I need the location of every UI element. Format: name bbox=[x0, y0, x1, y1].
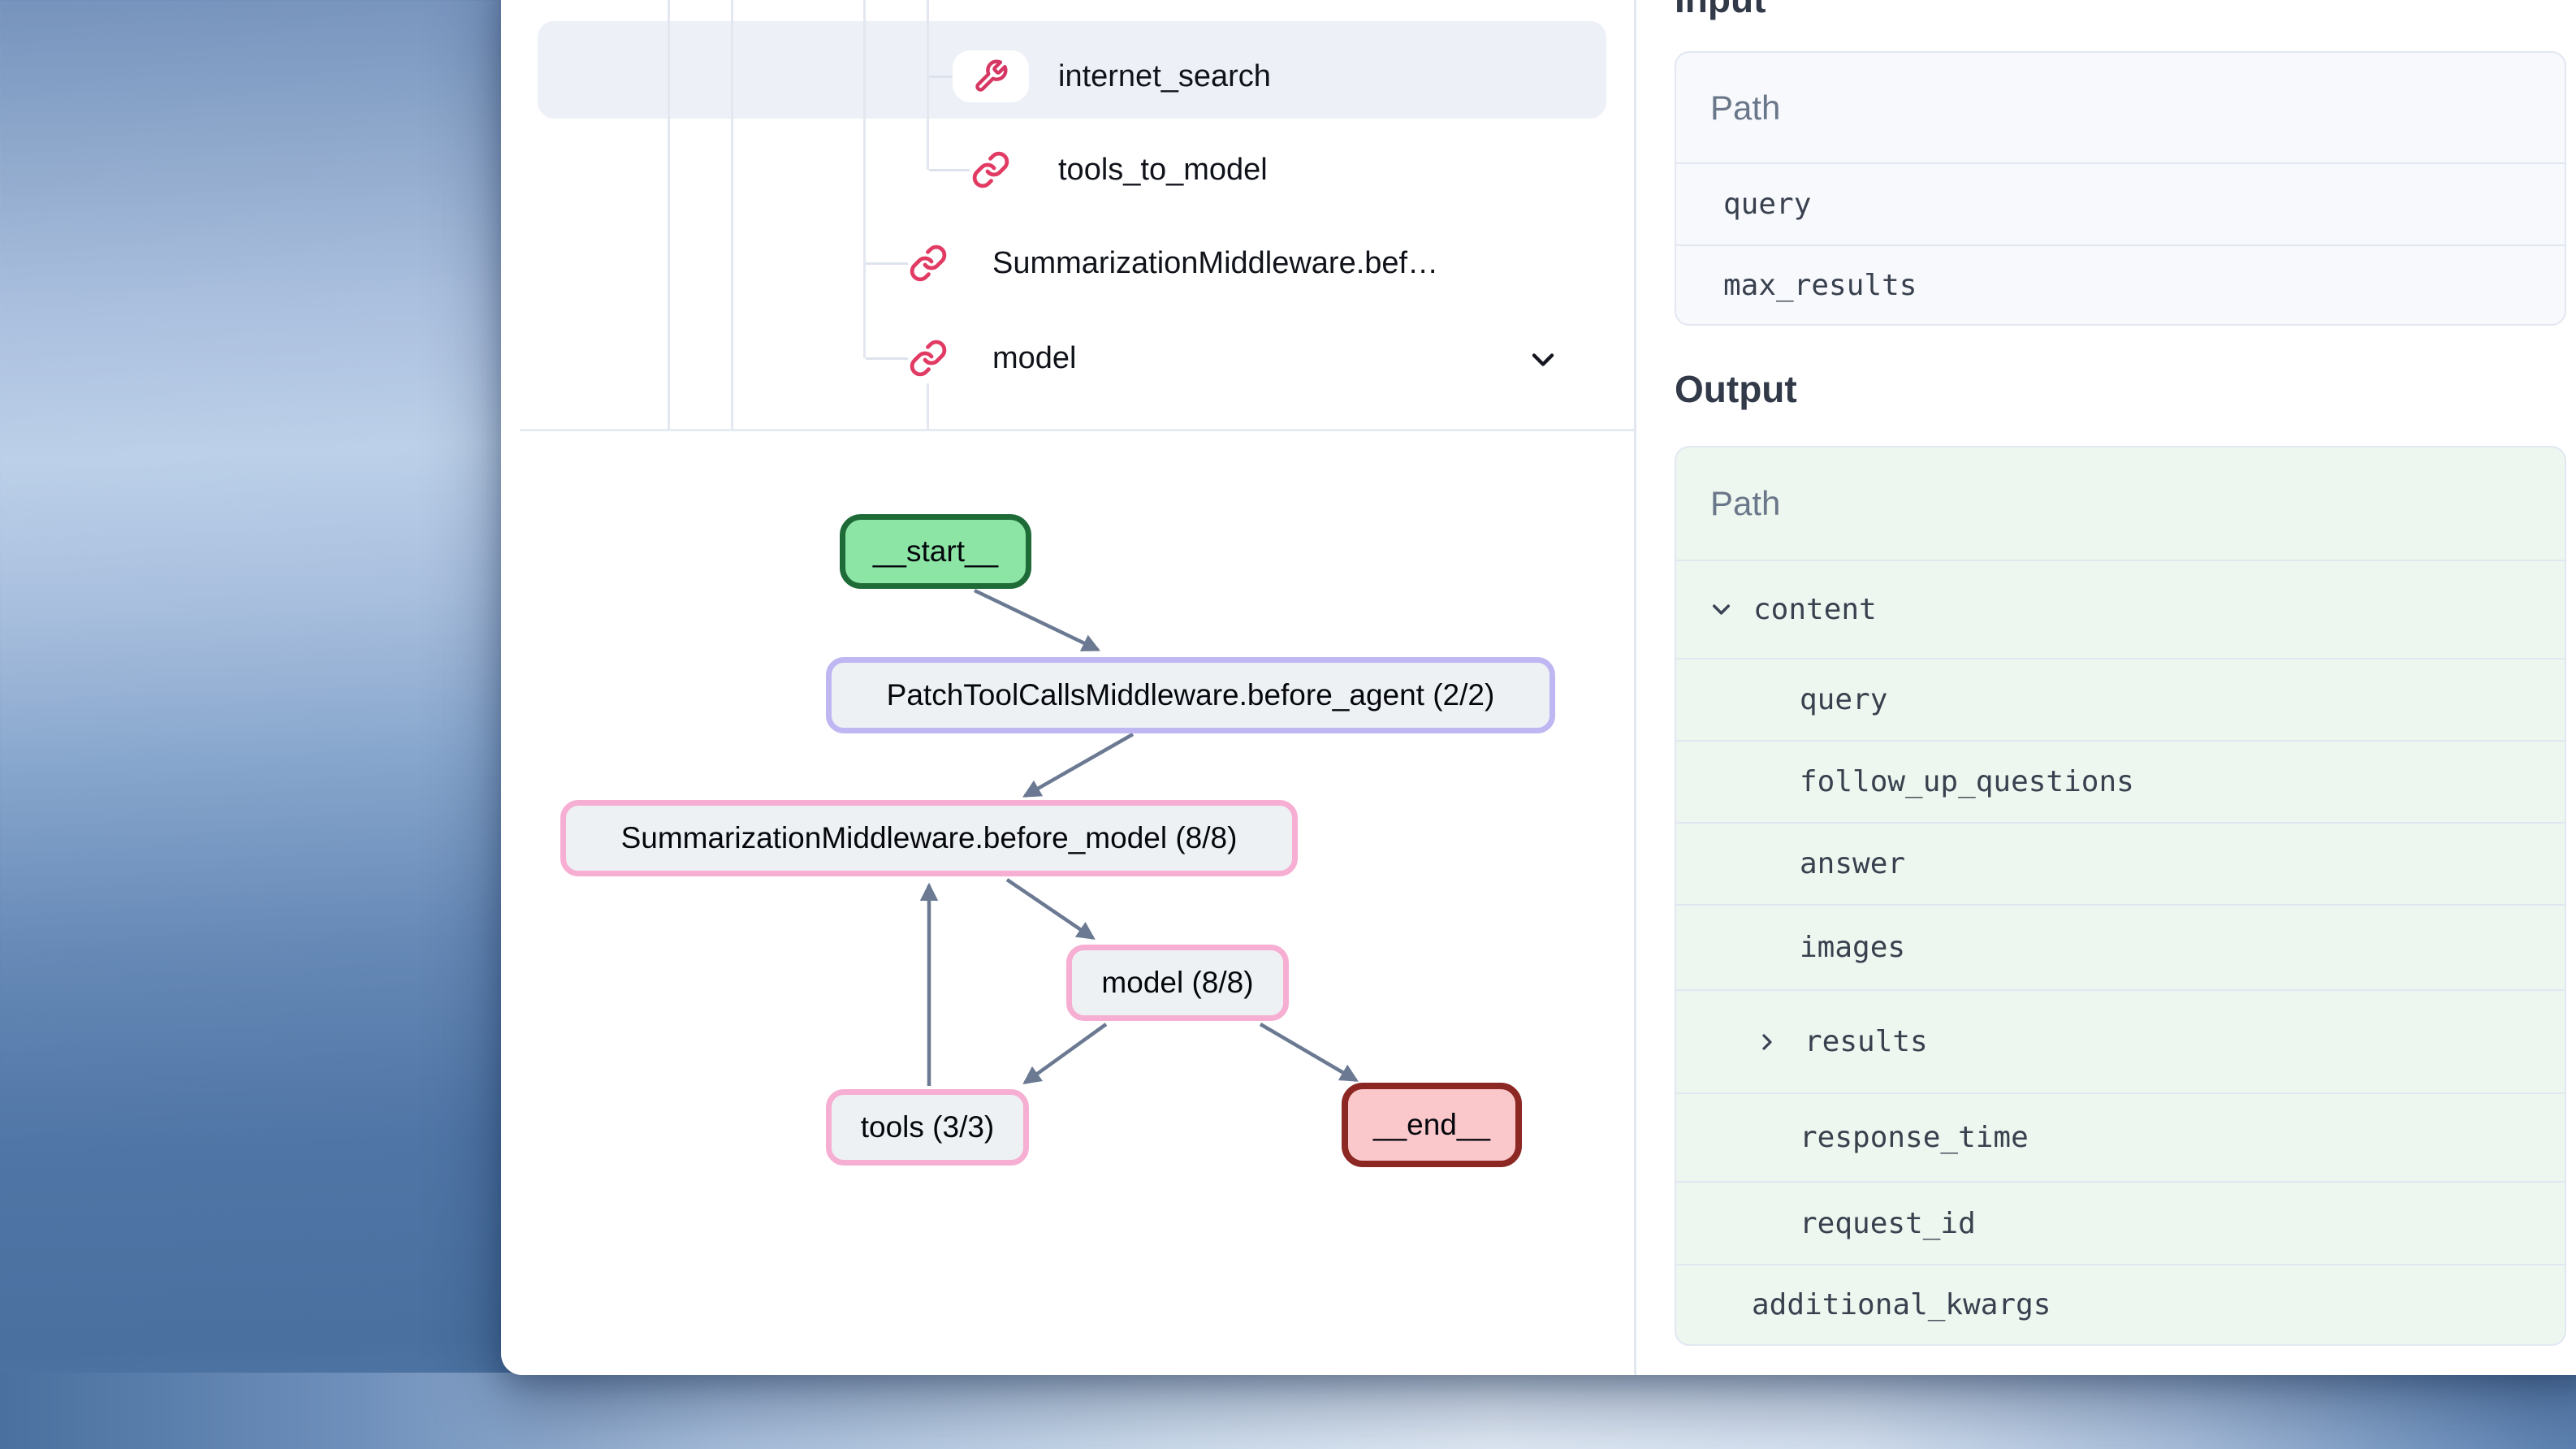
chevron-right-icon[interactable] bbox=[1754, 1029, 1780, 1055]
tree-connector bbox=[866, 262, 908, 265]
output-path-key: follow_up_questions bbox=[1800, 765, 2134, 798]
tree-item-summarization-middleware[interactable]: SummarizationMiddleware.bef… bbox=[992, 244, 1438, 283]
tree-guide-line bbox=[863, 0, 866, 358]
input-path-key: query bbox=[1723, 188, 1811, 221]
input-section-heading: Input bbox=[1675, 0, 1766, 21]
tree-guide-line bbox=[731, 0, 733, 429]
tree-item-model[interactable]: model bbox=[992, 339, 1077, 378]
link-icon bbox=[909, 244, 948, 283]
table-row[interactable]: answer bbox=[1676, 822, 2565, 904]
table-row[interactable]: results bbox=[1676, 989, 2565, 1092]
wrench-icon bbox=[973, 58, 1009, 94]
table-row[interactable]: max_results bbox=[1676, 244, 2565, 324]
graph-node-summarization-middleware[interactable]: SummarizationMiddleware.before_model (8/… bbox=[560, 800, 1298, 876]
edge-summarization-to-model bbox=[1007, 880, 1093, 938]
tree-guide-line bbox=[668, 0, 670, 429]
chevron-down-icon[interactable] bbox=[1707, 595, 1735, 624]
table-row[interactable]: additional_kwargs bbox=[1676, 1264, 2565, 1344]
output-table-header: Path bbox=[1676, 448, 2565, 560]
table-row[interactable]: response_time bbox=[1676, 1092, 2565, 1181]
output-path-key: additional_kwargs bbox=[1752, 1288, 2051, 1321]
tree-connector bbox=[929, 169, 970, 171]
graph-node-model[interactable]: model (8/8) bbox=[1066, 945, 1289, 1021]
output-path-key: images bbox=[1800, 931, 1905, 964]
graph-edges bbox=[501, 430, 1634, 1375]
edge-model-to-tools bbox=[1025, 1024, 1106, 1083]
edge-patch-to-summarization bbox=[1025, 734, 1133, 796]
output-path-key: query bbox=[1800, 683, 1887, 716]
tree-connector bbox=[866, 357, 908, 360]
tree-connector bbox=[929, 76, 953, 78]
output-path-key: request_id bbox=[1800, 1207, 1976, 1240]
tree-item-internet-search[interactable]: internet_search bbox=[1058, 57, 1271, 96]
input-table-header: Path bbox=[1676, 53, 2565, 162]
table-row[interactable]: content bbox=[1676, 560, 2565, 658]
chevron-down-icon[interactable] bbox=[1525, 342, 1561, 378]
output-path-table: Path content query follow_up_questions a… bbox=[1675, 446, 2566, 1346]
output-path-key: content bbox=[1753, 593, 1877, 626]
tree-guide-line bbox=[927, 383, 929, 429]
table-row[interactable]: query bbox=[1676, 658, 2565, 740]
input-path-key: max_results bbox=[1723, 269, 1917, 302]
table-row[interactable]: request_id bbox=[1676, 1181, 2565, 1264]
run-details-panel: Input Path query max_results Output Path… bbox=[1675, 0, 2566, 1449]
output-section-heading: Output bbox=[1675, 367, 1797, 411]
output-path-key: answer bbox=[1800, 847, 1905, 880]
graph-node-end[interactable]: __end__ bbox=[1342, 1083, 1522, 1167]
edge-model-to-end bbox=[1260, 1024, 1356, 1080]
link-icon bbox=[971, 150, 1010, 189]
input-path-table: Path query max_results bbox=[1675, 51, 2566, 326]
desktop: { "app": { "name": "trace-viewer-window"… bbox=[0, 0, 2576, 1449]
output-path-key: response_time bbox=[1800, 1121, 2029, 1154]
table-row[interactable]: follow_up_questions bbox=[1676, 740, 2565, 822]
link-icon bbox=[909, 339, 948, 378]
graph-node-patch-middleware[interactable]: PatchToolCallsMiddleware.before_agent (2… bbox=[826, 657, 1555, 733]
table-row[interactable]: images bbox=[1676, 904, 2565, 989]
panel-divider[interactable] bbox=[1634, 0, 1636, 1375]
output-path-key: results bbox=[1804, 1025, 1928, 1058]
tree-item-tools-to-model[interactable]: tools_to_model bbox=[1058, 150, 1268, 189]
graph-node-tools[interactable]: tools (3/3) bbox=[826, 1089, 1029, 1166]
table-row[interactable]: query bbox=[1676, 162, 2565, 244]
tool-icon-badge bbox=[953, 50, 1029, 102]
graph-node-start[interactable]: __start__ bbox=[840, 514, 1031, 589]
edge-start-to-patch bbox=[975, 590, 1098, 650]
tree-guide-line bbox=[927, 0, 929, 170]
